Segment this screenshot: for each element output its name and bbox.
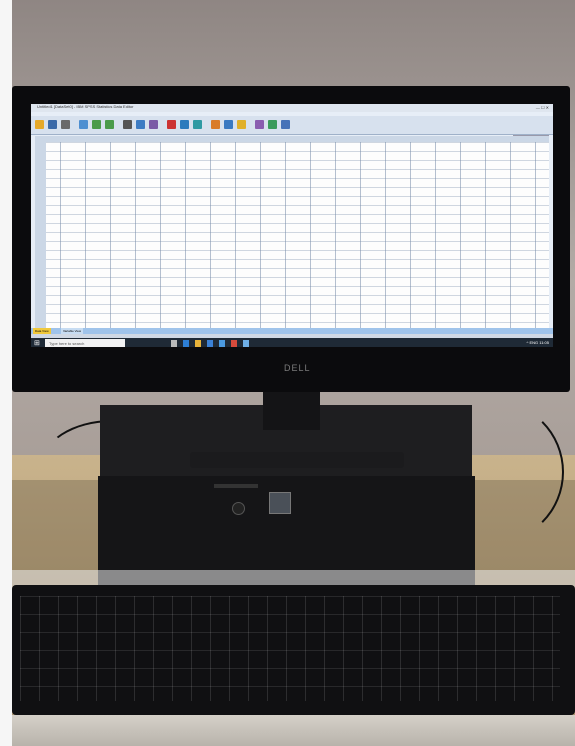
monitor-screen: Untitled1 [DataSet0] - IBM SPSS Statisti… (31, 104, 553, 347)
window-controls[interactable]: — ☐ ✕ (536, 105, 549, 110)
toolbar (31, 116, 553, 135)
open-icon[interactable] (35, 120, 44, 129)
insert-cases-icon[interactable] (167, 120, 176, 129)
data-grid[interactable] (35, 142, 549, 328)
spss-app-icon[interactable] (243, 340, 249, 347)
file-explorer-icon[interactable] (195, 340, 201, 347)
dialog-recall-icon[interactable] (79, 120, 88, 129)
select-cases-icon[interactable] (224, 120, 233, 129)
drive-slot (214, 484, 258, 488)
variables-icon[interactable] (136, 120, 145, 129)
split-file-icon[interactable] (193, 120, 202, 129)
system-tray: ^ ENG 11:05 (526, 340, 549, 345)
task-view-icon[interactable] (171, 340, 177, 347)
monitor-stand-neck (263, 390, 320, 430)
windows-taskbar: ⊞ Type here to search ^ ENG 11:05 (31, 338, 553, 347)
window-titlebar: Untitled1 [DataSet0] - IBM SPSS Statisti… (31, 104, 553, 112)
window-title: Untitled1 [DataSet0] - IBM SPSS Statisti… (37, 104, 134, 109)
left-edge (0, 0, 12, 746)
weight-cases-icon[interactable] (211, 120, 220, 129)
redo-icon[interactable] (105, 120, 114, 129)
find-icon[interactable] (149, 120, 158, 129)
monitor-brand-logo: DELL (284, 363, 311, 373)
custom-icon[interactable] (281, 120, 290, 129)
edge-icon[interactable] (183, 340, 189, 347)
value-labels-icon[interactable] (237, 120, 246, 129)
spell-icon[interactable] (268, 120, 277, 129)
windows-start-icon[interactable]: ⊞ (34, 340, 41, 347)
goto-case-icon[interactable] (123, 120, 132, 129)
power-button[interactable] (232, 502, 245, 515)
undo-icon[interactable] (92, 120, 101, 129)
chrome-icon[interactable] (231, 340, 237, 347)
sticker-logo (269, 492, 291, 514)
taskbar-search-box[interactable]: Type here to search (45, 339, 125, 347)
row-number-column (35, 142, 46, 328)
keyboard-keys[interactable] (20, 596, 560, 701)
save-icon[interactable] (48, 120, 57, 129)
monitor-stand-base (190, 452, 404, 468)
use-sets-icon[interactable] (255, 120, 264, 129)
store-icon[interactable] (207, 340, 213, 347)
print-icon[interactable] (61, 120, 70, 129)
mail-icon[interactable] (219, 340, 225, 347)
foreground-surface (12, 715, 575, 746)
insert-variable-icon[interactable] (180, 120, 189, 129)
